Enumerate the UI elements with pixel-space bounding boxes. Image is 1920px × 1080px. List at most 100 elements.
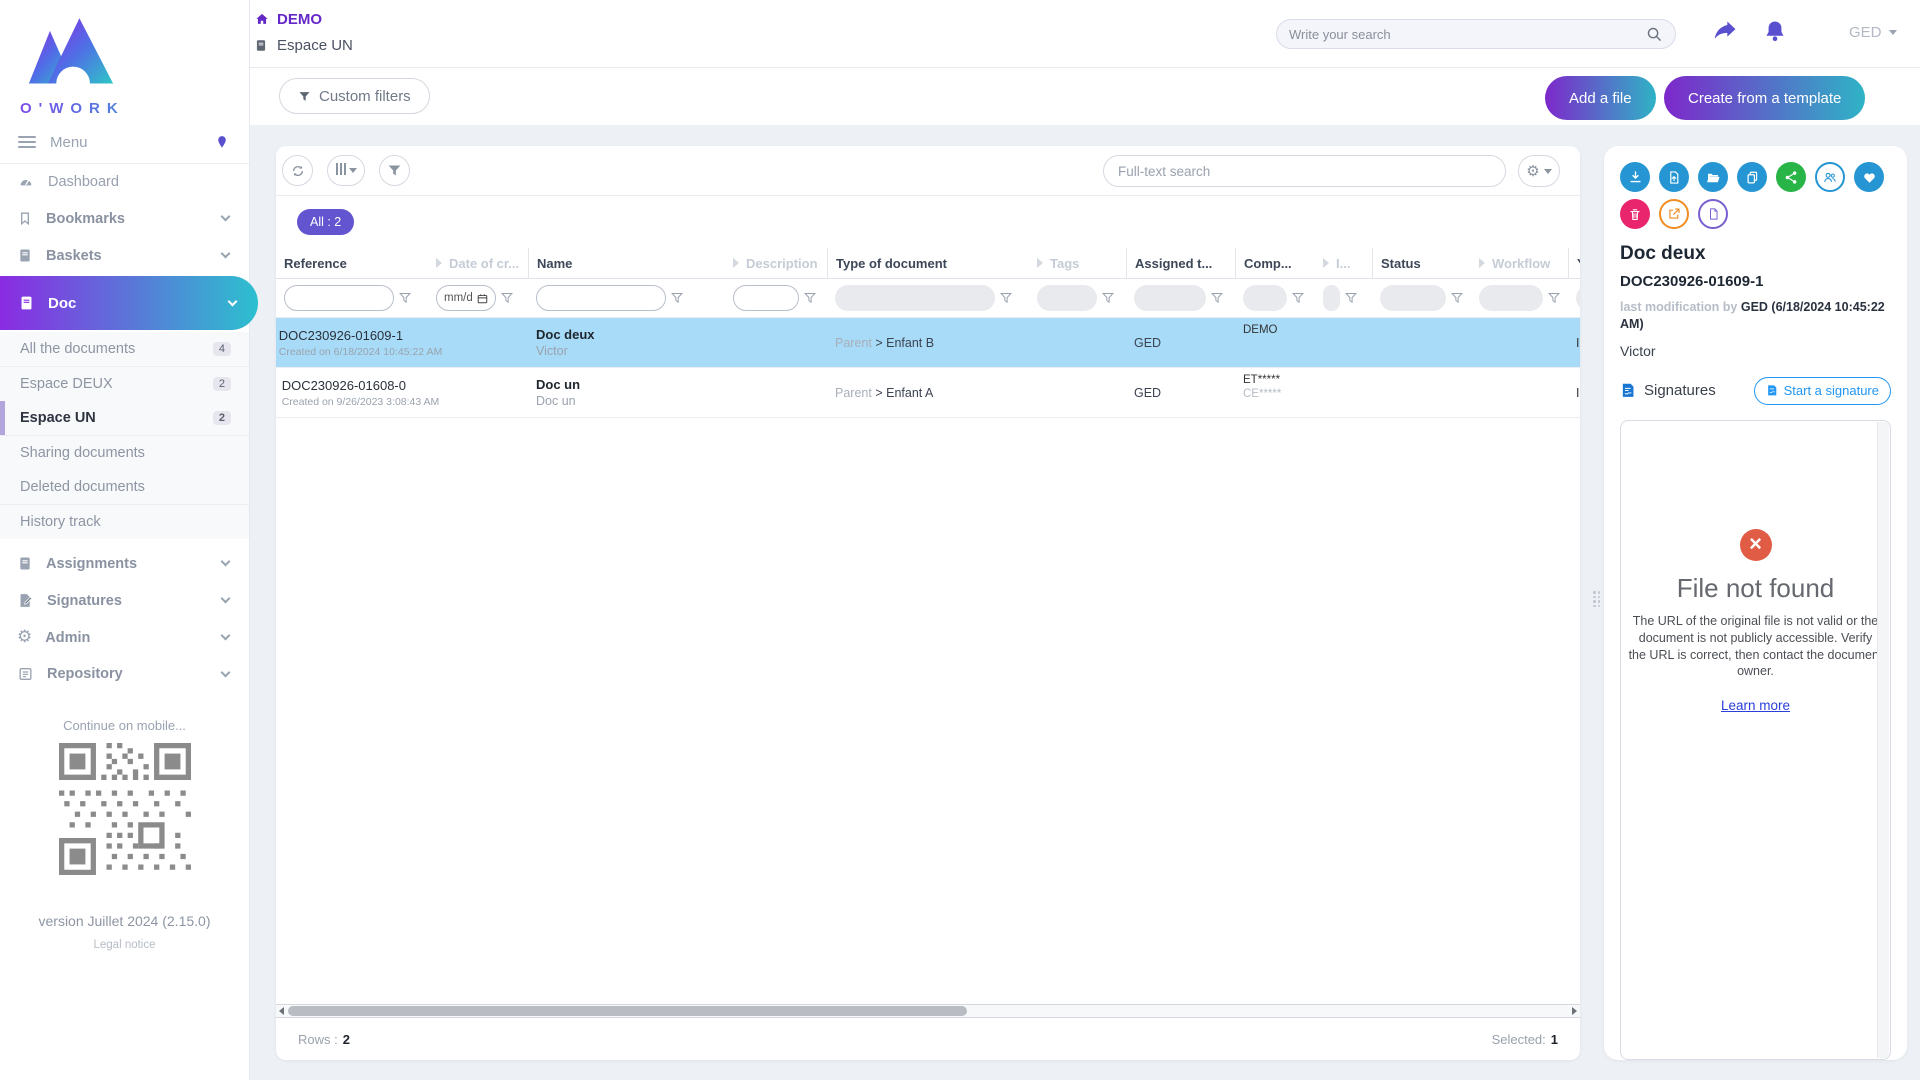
funnel-icon[interactable] — [1211, 292, 1223, 304]
funnel-icon[interactable] — [399, 292, 411, 304]
column-header-company[interactable]: Comp... — [1235, 248, 1315, 278]
scrollbar-thumb[interactable] — [288, 1006, 967, 1016]
column-header-status[interactable]: Status — [1372, 248, 1471, 278]
download-icon[interactable] — [1620, 162, 1650, 192]
submenu-espace-deux[interactable]: Espace DEUX 2 — [0, 367, 249, 401]
sidebar-item-repository[interactable]: Repository — [0, 656, 249, 692]
column-header-y[interactable]: Y — [1568, 248, 1580, 278]
panel-resize-handle[interactable] — [1593, 591, 1601, 607]
table-row[interactable]: w DOC230926-01609-1 Created on 6/18/2024… — [276, 318, 1580, 368]
sidebar-item-doc-active[interactable]: Doc — [0, 276, 258, 330]
edit-external-icon[interactable] — [1659, 199, 1689, 229]
share-forward-icon[interactable] — [1710, 18, 1740, 46]
sidebar-item-bookmarks[interactable]: Bookmarks — [0, 200, 249, 237]
users-icon[interactable] — [1815, 162, 1845, 192]
refresh-button[interactable] — [282, 155, 313, 186]
company-filter-disabled[interactable] — [1243, 285, 1287, 311]
row-y-clipped: In — [1568, 368, 1580, 417]
funnel-icon[interactable] — [501, 292, 513, 304]
funnel-icon[interactable] — [1102, 292, 1114, 304]
pin-icon[interactable] — [215, 134, 229, 150]
submenu-espace-un-selected[interactable]: Espace UN 2 — [0, 401, 249, 435]
sidebar-menu-toggle[interactable]: Menu — [0, 117, 249, 163]
column-header-description[interactable]: Description — [725, 248, 827, 278]
column-header-type[interactable]: Type of document — [827, 248, 1029, 278]
name-filter-input[interactable] — [536, 285, 666, 311]
column-header-workflow[interactable]: Workflow — [1471, 248, 1568, 278]
reference-filter-input[interactable] — [284, 285, 394, 311]
sidebar-item-assignments[interactable]: Assignments — [0, 545, 249, 582]
copy-icon[interactable] — [1737, 162, 1767, 192]
sidebar-item-label: Admin — [45, 630, 90, 646]
column-header-i[interactable]: I... — [1315, 248, 1372, 278]
all-filter-badge[interactable]: All : 2 — [297, 209, 354, 235]
funnel-icon[interactable] — [671, 292, 683, 304]
folder-open-icon[interactable] — [1698, 162, 1728, 192]
full-text-search-input[interactable] — [1118, 164, 1491, 179]
expand-arrow-icon — [1323, 258, 1329, 268]
i-filter-disabled[interactable] — [1323, 285, 1340, 311]
upload-file-icon[interactable] — [1659, 162, 1689, 192]
type-filter-disabled[interactable] — [835, 285, 995, 311]
status-filter-disabled[interactable] — [1380, 285, 1446, 311]
sidebar-item-label: Signatures — [47, 593, 122, 609]
column-header-assigned[interactable]: Assigned t... — [1126, 248, 1235, 278]
description-filter-input[interactable] — [733, 285, 799, 311]
search-icon[interactable] — [1646, 26, 1663, 43]
submenu-label: All the documents — [20, 341, 135, 357]
submenu-deleted-documents[interactable]: Deleted documents — [0, 470, 249, 504]
company-sub: CE***** — [1243, 388, 1315, 400]
column-header-reference[interactable]: Reference — [276, 248, 428, 278]
column-header-date[interactable]: Date of cr... — [428, 248, 528, 278]
submenu-label: History track — [20, 514, 101, 530]
scroll-left-arrow[interactable] — [279, 1007, 284, 1015]
sidebar-item-dashboard[interactable]: Dashboard — [0, 164, 249, 200]
submenu-all-documents[interactable]: All the documents 4 — [0, 332, 249, 366]
submenu-sharing-documents[interactable]: Sharing documents — [0, 436, 249, 470]
breadcrumb-space[interactable]: Espace UN — [254, 37, 353, 54]
signature-icon — [1620, 382, 1637, 399]
sidebar-item-label: Assignments — [46, 556, 137, 572]
create-from-template-button[interactable]: Create from a template — [1664, 76, 1865, 120]
funnel-icon[interactable] — [804, 292, 816, 304]
y-filter-disabled[interactable] — [1576, 285, 1580, 311]
document-icon[interactable] — [1698, 199, 1728, 229]
scroll-right-arrow[interactable] — [1572, 1007, 1577, 1015]
row-assigned: GED — [1126, 368, 1235, 417]
table-row[interactable]: DOC230926-01608-0 Created on 9/26/2023 3… — [276, 368, 1580, 418]
filter-button[interactable] — [379, 155, 410, 186]
user-menu[interactable]: GED — [1849, 24, 1897, 41]
funnel-icon[interactable] — [1000, 292, 1012, 304]
start-signature-button[interactable]: Start a signature — [1754, 377, 1891, 405]
trash-icon[interactable] — [1620, 199, 1650, 229]
tags-filter-disabled[interactable] — [1037, 285, 1097, 311]
bell-icon[interactable] — [1761, 18, 1789, 46]
date-filter-input[interactable]: mm/d — [436, 285, 496, 311]
heart-icon[interactable] — [1854, 162, 1884, 192]
custom-filters-button[interactable]: Custom filters — [279, 78, 430, 114]
funnel-icon[interactable] — [1451, 292, 1463, 304]
breadcrumb-workspace[interactable]: DEMO — [254, 11, 322, 28]
share-icon[interactable] — [1776, 162, 1806, 192]
funnel-icon[interactable] — [1345, 292, 1357, 304]
funnel-icon[interactable] — [1292, 292, 1304, 304]
sidebar-item-baskets[interactable]: Baskets — [0, 237, 249, 274]
submenu-history-track[interactable]: History track — [0, 505, 249, 539]
column-header-tags[interactable]: Tags — [1029, 248, 1126, 278]
funnel-icon[interactable] — [1548, 292, 1560, 304]
sidebar-item-admin[interactable]: ⚙ Admin — [0, 619, 249, 656]
sidebar-item-signatures[interactable]: Signatures — [0, 582, 249, 619]
columns-button[interactable] — [327, 155, 365, 186]
learn-more-link[interactable]: Learn more — [1721, 698, 1790, 713]
legal-notice-link[interactable]: Legal notice — [0, 939, 249, 951]
global-search-input[interactable] — [1289, 27, 1646, 42]
column-header-name[interactable]: Name — [528, 248, 725, 278]
preview-scrollbar[interactable] — [1877, 422, 1889, 1058]
assigned-filter-disabled[interactable] — [1134, 285, 1206, 311]
table-settings-button[interactable]: ⚙ — [1518, 155, 1560, 187]
scrollbar-track[interactable] — [287, 1006, 1569, 1016]
workflow-filter-disabled[interactable] — [1479, 285, 1543, 311]
add-file-button[interactable]: Add a file — [1545, 76, 1656, 120]
sidebar-item-label: Repository — [47, 666, 123, 682]
table-filter-row: mm/d — [276, 279, 1580, 318]
